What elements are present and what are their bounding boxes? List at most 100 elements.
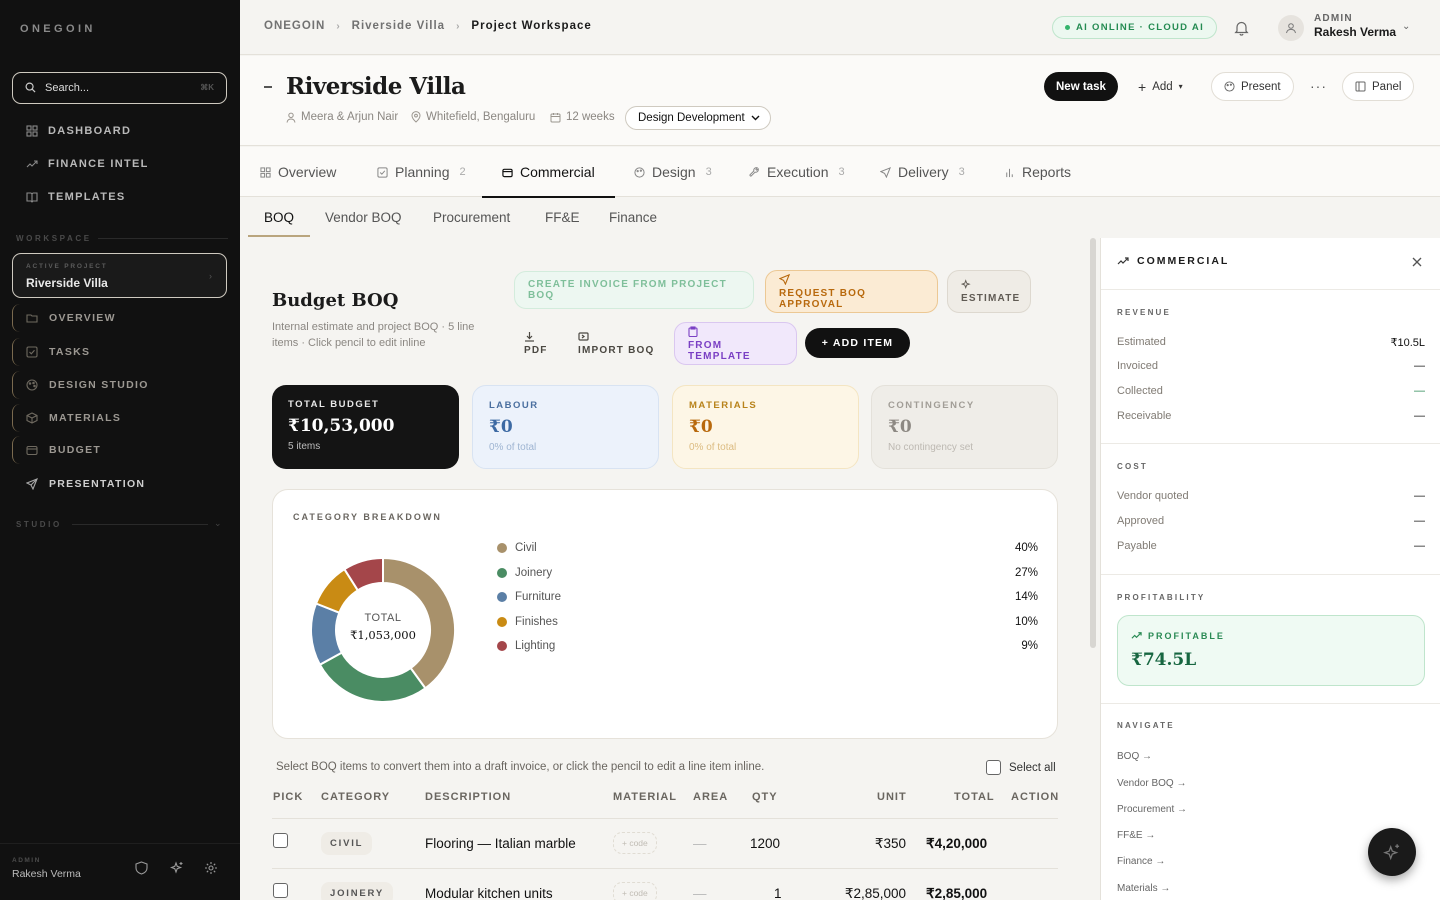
nav-finance-intel[interactable]: FINANCE INTEL xyxy=(26,155,149,173)
subtab-ffe[interactable]: FF&E xyxy=(545,198,580,237)
chevron-down-icon[interactable]: ⌄ xyxy=(214,518,222,529)
add-button[interactable]: + Add ▾ xyxy=(1126,72,1195,101)
plus-icon: + xyxy=(1138,78,1147,95)
button-label: PDF xyxy=(524,344,548,356)
legend-item: Furniture 14% xyxy=(497,589,1038,605)
active-project-selector[interactable]: ACTIVE PROJECT Riverside Villa › xyxy=(12,253,227,298)
folder-icon xyxy=(26,312,38,324)
request-approval-button[interactable]: REQUEST BOQ APPROVAL xyxy=(765,270,938,313)
add-item-button[interactable]: + ADD ITEM xyxy=(805,328,910,358)
legend-label: Furniture xyxy=(515,591,562,603)
phase-select[interactable]: Design Development xyxy=(625,106,771,130)
create-invoice-button[interactable]: CREATE INVOICE FROM PROJECT BOQ xyxy=(514,271,754,309)
profit-card: PROFITABLE ₹74.5L xyxy=(1117,615,1425,686)
revenue-collected: Collected — xyxy=(1117,385,1425,397)
checkbox[interactable] xyxy=(986,760,1001,775)
nav-link-boq[interactable]: BOQ → xyxy=(1117,751,1152,762)
col-header-total[interactable]: TOTAL xyxy=(954,791,995,803)
tab-design[interactable]: Design 3 xyxy=(634,147,712,197)
sparkles-icon[interactable] xyxy=(170,861,184,875)
footer-user-name: Rakesh Verma xyxy=(12,868,81,880)
tab-commercial[interactable]: Commercial xyxy=(482,147,615,198)
new-task-button[interactable]: New task xyxy=(1044,72,1118,101)
section-studio[interactable]: STUDIO xyxy=(16,520,62,529)
chevron-right-icon: › xyxy=(336,20,341,32)
col-header-unit[interactable]: UNIT xyxy=(877,791,907,803)
project-nav-overview[interactable]: OVERVIEW xyxy=(12,303,227,333)
sparkles-icon xyxy=(1383,843,1401,861)
bell-icon[interactable] xyxy=(1234,20,1249,36)
search-input[interactable]: Search... ⌘K xyxy=(12,72,227,104)
col-header-category[interactable]: CATEGORY xyxy=(321,791,390,803)
from-template-button[interactable]: FROM TEMPLATE xyxy=(674,322,797,365)
material-code-button[interactable]: + code xyxy=(613,832,657,854)
nav-link-procurement[interactable]: Procurement → xyxy=(1117,804,1187,815)
legend-percent: 40% xyxy=(1014,542,1038,554)
col-header-description[interactable]: DESCRIPTION xyxy=(425,791,511,803)
ai-assistant-button[interactable] xyxy=(1368,828,1416,876)
col-header-qty[interactable]: QTY xyxy=(752,791,778,803)
project-nav-design-studio[interactable]: DESIGN STUDIO xyxy=(12,370,227,400)
nav-templates[interactable]: TEMPLATES xyxy=(26,188,126,206)
select-all-checkbox[interactable]: Select all xyxy=(986,760,1056,775)
row-checkbox[interactable] xyxy=(273,833,288,848)
gear-icon[interactable] xyxy=(204,861,218,875)
search-placeholder: Search... xyxy=(45,82,90,94)
material-code-button[interactable]: + code xyxy=(613,882,657,900)
project-nav-presentation[interactable]: PRESENTATION xyxy=(12,469,227,499)
divider xyxy=(1101,574,1440,575)
kpi-label: TOTAL BUDGET xyxy=(288,399,380,410)
tab-delivery[interactable]: Delivery 3 xyxy=(880,147,965,197)
panel-button[interactable]: Panel xyxy=(1342,72,1415,101)
shield-icon[interactable] xyxy=(135,861,148,875)
tab-overview[interactable]: Overview xyxy=(260,147,336,197)
brand-logo[interactable]: ONEGOIN xyxy=(20,23,96,35)
kpi-sub: 0% of total xyxy=(489,442,537,453)
subtab-vendor-boq[interactable]: Vendor BOQ xyxy=(325,198,402,237)
user-name[interactable]: Rakesh Verma xyxy=(1314,25,1396,39)
row-description[interactable]: Flooring — Italian marble xyxy=(425,836,576,851)
donut-slice-joinery[interactable] xyxy=(318,651,427,703)
col-header-material[interactable]: MATERIAL xyxy=(613,791,677,803)
more-icon[interactable]: ··· xyxy=(1310,78,1327,94)
nav-indicator xyxy=(12,404,20,432)
breadcrumb-item[interactable]: ONEGOIN xyxy=(264,20,325,32)
divider xyxy=(1101,703,1440,704)
chevron-down-icon[interactable]: ⌄ xyxy=(1402,21,1410,32)
sparkles-icon xyxy=(961,279,1017,290)
present-button[interactable]: Present xyxy=(1211,72,1294,101)
nav-link-materials[interactable]: Materials → xyxy=(1117,883,1170,894)
row-checkbox[interactable] xyxy=(273,883,288,898)
subtab-boq[interactable]: BOQ xyxy=(247,198,311,237)
tab-label: Commercial xyxy=(520,164,595,180)
project-nav-tasks[interactable]: TASKS xyxy=(12,337,227,367)
nav-link-ffe[interactable]: FF&E → xyxy=(1117,830,1155,841)
tab-planning[interactable]: Planning 2 xyxy=(377,147,466,197)
project-nav-materials[interactable]: MATERIALS xyxy=(12,403,227,433)
divider xyxy=(0,843,240,844)
scrollbar[interactable] xyxy=(1090,238,1096,648)
close-icon[interactable] xyxy=(1412,257,1422,267)
panel-label: Panel xyxy=(1372,80,1402,93)
subtab-finance[interactable]: Finance xyxy=(609,198,657,237)
import-boq-button[interactable]: IMPORT BOQ xyxy=(565,323,667,363)
ai-status-badge[interactable]: AI ONLINE · CLOUD AI xyxy=(1052,16,1218,39)
col-header-area[interactable]: AREA xyxy=(693,791,728,803)
nav-dashboard[interactable]: DASHBOARD xyxy=(26,122,131,140)
nav-link-vendor-boq[interactable]: Vendor BOQ → xyxy=(1117,778,1186,789)
tab-execution[interactable]: Execution 3 xyxy=(749,147,845,197)
breadcrumb-item[interactable]: Riverside Villa xyxy=(352,20,445,32)
estimate-button[interactable]: ESTIMATE xyxy=(947,270,1031,313)
subtab-procurement[interactable]: Procurement xyxy=(433,198,510,237)
nav-link-finance[interactable]: Finance → xyxy=(1117,856,1165,867)
collapse-icon[interactable] xyxy=(264,86,272,88)
legend-item: Finishes 10% xyxy=(497,614,1038,630)
avatar[interactable] xyxy=(1278,15,1304,41)
tab-reports[interactable]: Reports xyxy=(1004,147,1071,197)
pdf-button[interactable]: PDF xyxy=(511,323,561,363)
row-description[interactable]: Modular kitchen units xyxy=(425,886,553,900)
kpi-value: ₹0 xyxy=(489,417,513,437)
cost-section-label: COST xyxy=(1117,462,1149,471)
project-nav-budget[interactable]: BUDGET xyxy=(12,435,227,465)
section-title: Budget BOQ xyxy=(272,290,399,311)
